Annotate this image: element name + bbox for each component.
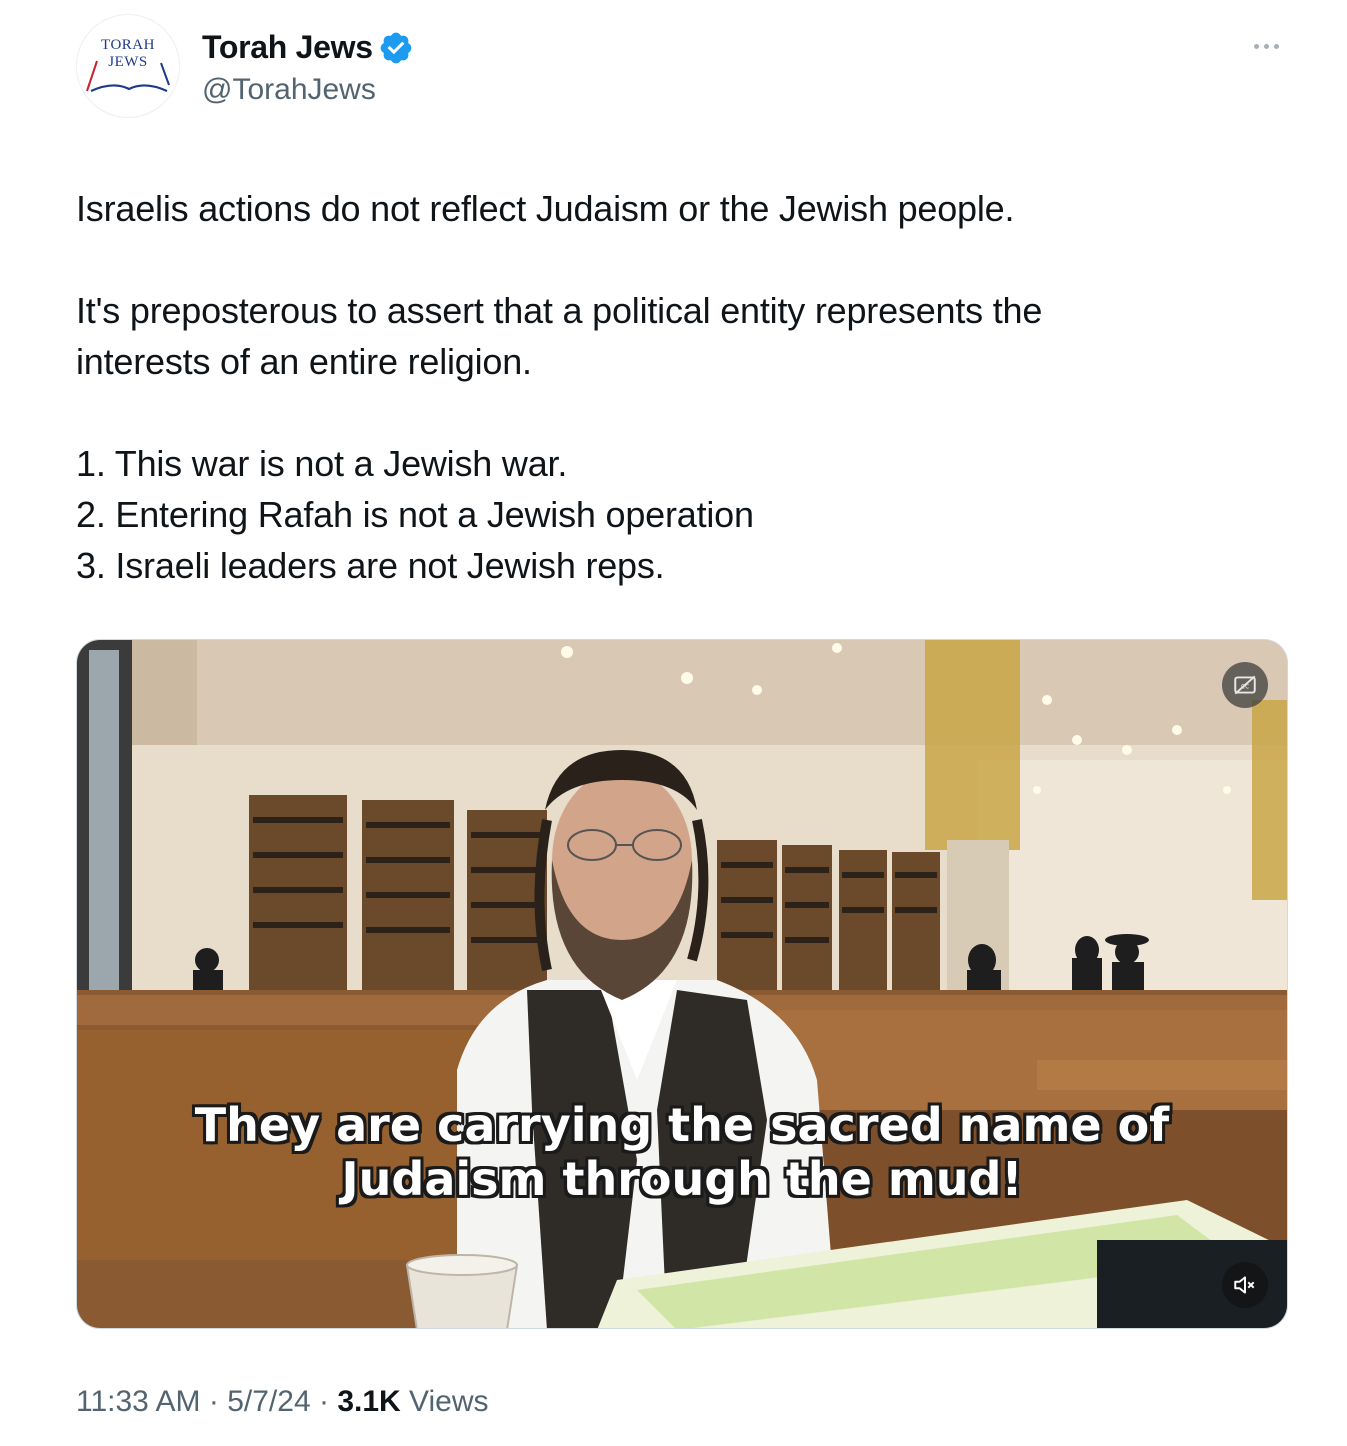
video-frame bbox=[77, 640, 1287, 1328]
tweet-list-item-2: 2. Entering Rafah is not a Jewish operat… bbox=[76, 494, 754, 535]
tweet-paragraph-1: Israelis actions do not reflect Judaism … bbox=[76, 188, 1015, 229]
tweet-meta: 11:33 AM · 5/7/24 · 3.1K Views bbox=[76, 1382, 489, 1422]
captions-off-icon[interactable]: cc bbox=[1222, 662, 1268, 708]
muted-speaker-icon[interactable] bbox=[1222, 1262, 1268, 1308]
tweet-text: Israelis actions do not reflect Judaism … bbox=[76, 183, 1276, 591]
tweet-list-item-1: 1. This war is not a Jewish war. bbox=[76, 443, 568, 484]
avatar[interactable]: TORAH JEWS bbox=[76, 14, 180, 118]
author-name[interactable]: Torah Jews bbox=[202, 28, 373, 66]
tweet-time[interactable]: 11:33 AM bbox=[76, 1385, 201, 1418]
tweet-paragraph-2: It's preposterous to assert that a polit… bbox=[76, 290, 1052, 382]
video-caption: They are carrying the sacred name of Jud… bbox=[194, 1098, 1170, 1206]
open-book-logo-icon bbox=[86, 60, 170, 93]
tweet-date[interactable]: 5/7/24 bbox=[227, 1385, 310, 1418]
verified-badge-icon bbox=[380, 32, 412, 64]
views-label: Views bbox=[409, 1385, 489, 1418]
views-count[interactable]: 3.1K bbox=[337, 1385, 400, 1418]
video-player[interactable]: They are carrying the sacred name of Jud… bbox=[76, 639, 1288, 1329]
separator: · bbox=[318, 1385, 329, 1418]
author-handle[interactable]: @TorahJews bbox=[202, 72, 376, 108]
separator: · bbox=[208, 1385, 219, 1418]
tweet-list-item-3: 3. Israeli leaders are not Jewish reps. bbox=[76, 545, 665, 586]
more-options-icon[interactable] bbox=[1254, 36, 1288, 56]
